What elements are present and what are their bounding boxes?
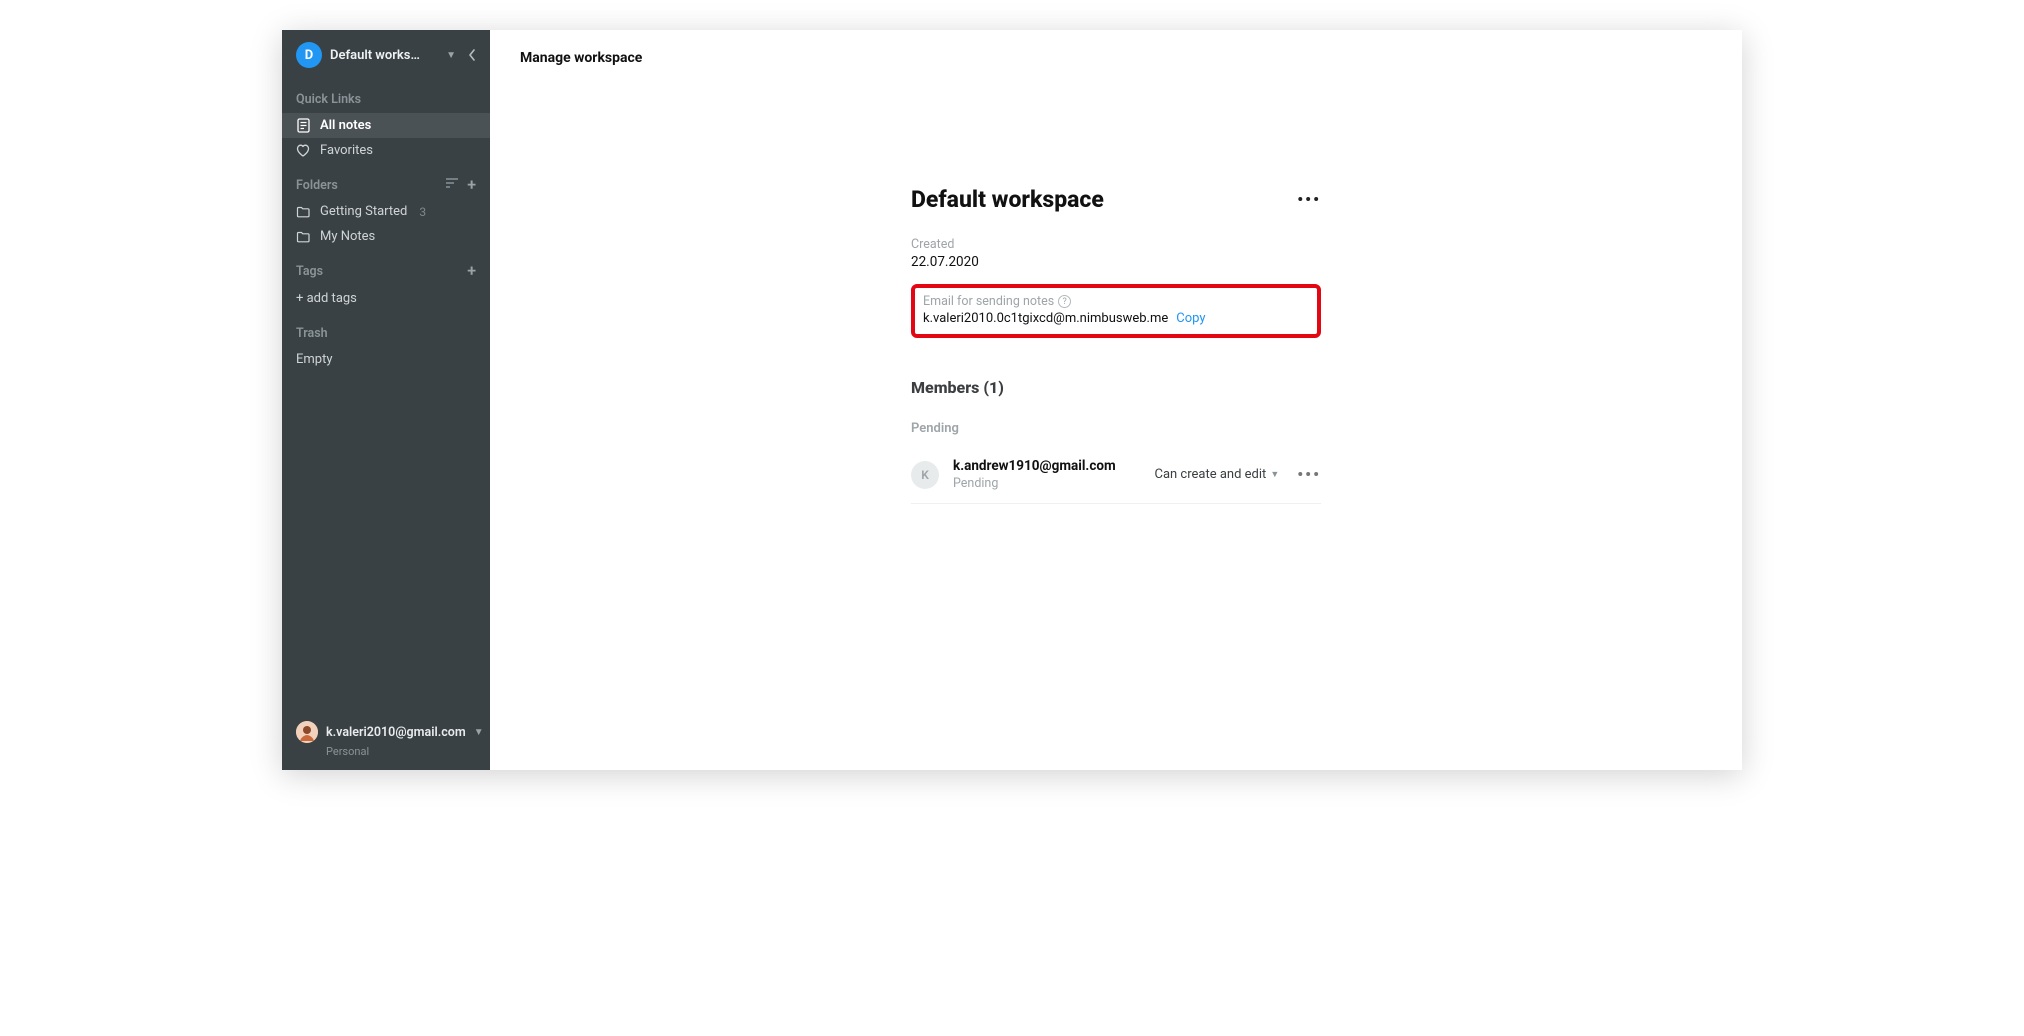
workspace-avatar: D bbox=[296, 42, 322, 68]
user-plan-label: Personal bbox=[282, 745, 490, 770]
workspace-switcher[interactable]: D Default works… ▼ bbox=[282, 30, 490, 78]
trash-heading: Trash bbox=[282, 312, 490, 347]
email-for-notes-highlight: Email for sending notes ? k.valeri2010.0… bbox=[911, 284, 1321, 338]
quick-links-list: All notes Favorites bbox=[282, 113, 490, 163]
member-more-button[interactable]: ••• bbox=[1297, 465, 1321, 484]
member-role-dropdown[interactable]: Can create and edit ▼ bbox=[1155, 467, 1280, 482]
created-date: 22.07.2020 bbox=[911, 254, 1321, 270]
sidebar-item-label: Favorites bbox=[320, 143, 373, 158]
trash-empty-item[interactable]: Empty bbox=[282, 347, 490, 372]
add-tags-link[interactable]: + add tags bbox=[282, 285, 490, 312]
note-icon bbox=[296, 119, 310, 133]
sidebar-item-label: My Notes bbox=[320, 229, 375, 244]
tags-heading: Tags + bbox=[282, 249, 490, 285]
main-pane: Manage workspace Default workspace ••• C… bbox=[490, 30, 1742, 770]
member-status: Pending bbox=[953, 476, 1155, 491]
member-role-label: Can create and edit bbox=[1155, 467, 1267, 482]
email-notes-label: Email for sending notes bbox=[923, 294, 1054, 309]
folder-item-my-notes[interactable]: My Notes bbox=[282, 224, 490, 249]
sidebar-item-label: All notes bbox=[320, 118, 371, 133]
sidebar-item-label: Empty bbox=[296, 352, 333, 367]
email-notes-value: k.valeri2010.0c1tgixcd@m.nimbusweb.me bbox=[923, 311, 1168, 326]
folders-list: Getting Started 3 My Notes bbox=[282, 199, 490, 249]
folders-heading: Folders + bbox=[282, 163, 490, 199]
workspace-title: Default workspace bbox=[911, 186, 1104, 213]
sidebar-item-label: Getting Started bbox=[320, 204, 407, 219]
member-info: k.andrew1910@gmail.com Pending bbox=[953, 458, 1155, 491]
workspace-more-button[interactable]: ••• bbox=[1297, 190, 1321, 209]
heart-icon bbox=[296, 144, 310, 158]
avatar bbox=[296, 721, 318, 743]
sidebar-item-favorites[interactable]: Favorites bbox=[282, 138, 490, 163]
quick-links-heading: Quick Links bbox=[282, 78, 490, 113]
folder-icon bbox=[296, 230, 310, 244]
page-title: Manage workspace bbox=[490, 30, 1742, 66]
folder-item-getting-started[interactable]: Getting Started 3 bbox=[282, 199, 490, 224]
app-container: D Default works… ▼ Quick Links All notes… bbox=[282, 30, 1742, 770]
workspace-settings-panel: Default workspace ••• Created 22.07.2020… bbox=[911, 186, 1321, 504]
sort-icon[interactable] bbox=[445, 177, 459, 193]
folder-icon bbox=[296, 205, 310, 219]
member-email: k.andrew1910@gmail.com bbox=[953, 458, 1155, 474]
chevron-down-icon: ▼ bbox=[1270, 469, 1279, 480]
trash-list: Empty bbox=[282, 347, 490, 372]
members-heading: Members (1) bbox=[911, 378, 1321, 397]
help-icon[interactable]: ? bbox=[1058, 295, 1071, 308]
created-label: Created bbox=[911, 237, 1321, 252]
workspace-name: Default works… bbox=[330, 48, 438, 63]
copy-button[interactable]: Copy bbox=[1176, 311, 1205, 326]
sidebar-item-all-notes[interactable]: All notes bbox=[282, 113, 490, 138]
sidebar: D Default works… ▼ Quick Links All notes… bbox=[282, 30, 490, 770]
add-folder-button[interactable]: + bbox=[467, 177, 476, 193]
user-email-label: k.valeri2010@gmail.com bbox=[326, 725, 466, 740]
add-tag-button[interactable]: + bbox=[467, 263, 476, 279]
member-row: K k.andrew1910@gmail.com Pending Can cre… bbox=[911, 458, 1321, 504]
folder-count: 3 bbox=[419, 205, 426, 219]
member-avatar: K bbox=[911, 461, 939, 489]
pending-heading: Pending bbox=[911, 421, 1321, 436]
chevron-down-icon: ▼ bbox=[446, 50, 456, 61]
chevron-down-icon: ▼ bbox=[474, 727, 484, 738]
collapse-sidebar-button[interactable] bbox=[464, 49, 480, 61]
